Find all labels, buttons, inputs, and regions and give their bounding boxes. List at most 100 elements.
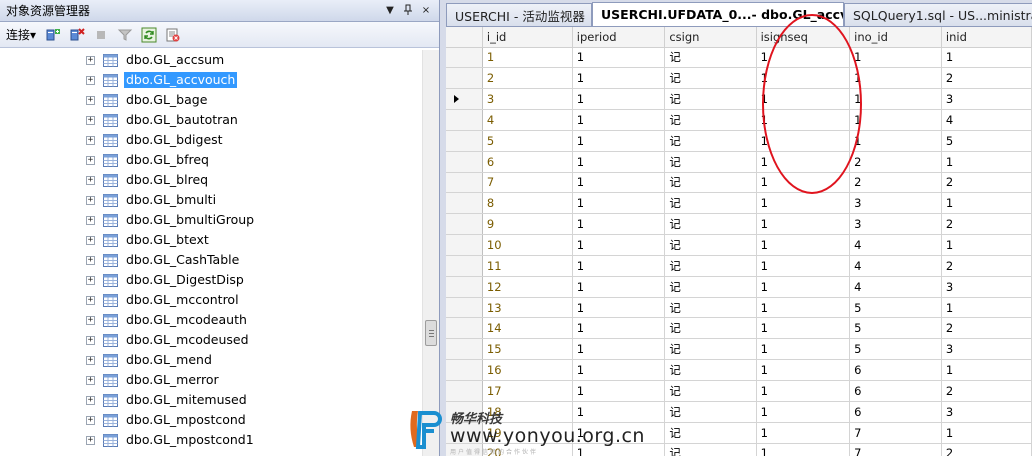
expand-node-icon[interactable]: + [86, 135, 95, 145]
column-header-i-id[interactable]: i_id [482, 27, 573, 48]
tree-node-table[interactable]: + dbo.GL_mccontrol [0, 290, 422, 310]
row-selector[interactable] [446, 47, 483, 69]
expand-node-icon[interactable]: + [86, 115, 95, 125]
table-row[interactable]: 81记131 [446, 192, 1032, 215]
table-row[interactable]: 13 1 记 1 5 1 [446, 297, 1032, 319]
refresh-icon[interactable] [140, 26, 158, 44]
cell-isignseq[interactable]: 1 [756, 359, 851, 381]
column-header-ino-id[interactable]: ino_id [849, 27, 942, 48]
cell-csign[interactable]: 记 [664, 317, 757, 340]
table-row[interactable]: 16 1 记 1 6 1 [446, 359, 1032, 381]
table-row[interactable]: 91记132 [446, 213, 1032, 236]
cell-iperiod[interactable]: 1 [572, 255, 666, 277]
cell-iperiod[interactable]: 1 [572, 297, 666, 319]
cell-ino-id[interactable]: 2 [849, 151, 942, 173]
cell-isignseq[interactable]: 1 [756, 213, 851, 236]
cell-isignseq[interactable]: 1 [756, 172, 851, 194]
tree-node-table[interactable]: + dbo.GL_mpostcond [0, 410, 422, 430]
expand-node-icon[interactable]: + [86, 375, 95, 385]
cell-iperiod[interactable]: 1 [572, 88, 666, 111]
row-selector[interactable] [446, 276, 483, 298]
cell-csign[interactable]: 记 [664, 359, 757, 381]
tree-node-table[interactable]: + dbo.GL_accsum [0, 50, 422, 70]
cell-iperiod[interactable]: 1 [572, 67, 666, 90]
cell-ino-id[interactable]: 3 [849, 192, 942, 215]
cell-iperiod[interactable]: 1 [572, 172, 666, 194]
table-row[interactable]: 71记122 [446, 172, 1032, 194]
cell-isignseq[interactable]: 1 [756, 317, 851, 340]
cell-i-id[interactable]: 16 [482, 359, 573, 381]
cell-inid[interactable]: 2 [941, 67, 1032, 90]
cell-isignseq[interactable]: 1 [756, 422, 851, 444]
cell-inid[interactable]: 1 [941, 151, 1032, 173]
tree-node-table[interactable]: + dbo.GL_mend [0, 350, 422, 370]
cell-ino-id[interactable]: 6 [849, 380, 942, 402]
cell-csign[interactable]: 记 [664, 192, 757, 215]
tree-node-table[interactable]: + dbo.GL_CashTable [0, 250, 422, 270]
row-selector[interactable] [446, 338, 483, 361]
cell-iperiod[interactable]: 1 [572, 192, 666, 215]
row-selector[interactable] [446, 213, 483, 236]
cell-isignseq[interactable]: 1 [756, 67, 851, 90]
row-selector[interactable] [446, 88, 483, 111]
cell-ino-id[interactable]: 4 [849, 255, 942, 277]
cell-inid[interactable]: 1 [941, 422, 1032, 444]
cell-ino-id[interactable]: 1 [849, 47, 942, 69]
row-selector[interactable] [446, 130, 483, 152]
cell-csign[interactable]: 记 [664, 130, 757, 152]
cell-inid[interactable]: 3 [941, 88, 1032, 111]
window-position-dropdown-icon[interactable]: ▼ [383, 4, 397, 18]
cell-csign[interactable]: 记 [664, 172, 757, 194]
tree-node-table[interactable]: + dbo.GL_mpostcond1 [0, 430, 422, 450]
cell-iperiod[interactable]: 1 [572, 359, 666, 381]
expand-node-icon[interactable]: + [86, 235, 95, 245]
connect-button[interactable]: 连接▾ [4, 24, 38, 45]
cell-csign[interactable]: 记 [664, 151, 757, 173]
row-selector[interactable] [446, 67, 483, 90]
cell-i-id[interactable]: 9 [482, 213, 573, 236]
cell-i-id[interactable]: 10 [482, 234, 573, 256]
cell-iperiod[interactable]: 1 [572, 380, 666, 402]
column-header-isignseq[interactable]: isignseq [756, 27, 851, 48]
cell-csign[interactable]: 记 [664, 401, 757, 423]
connect-server-icon[interactable] [44, 26, 62, 44]
tree-node-table[interactable]: + dbo.GL_bage [0, 90, 422, 110]
column-header-inid[interactable]: inid [941, 27, 1032, 48]
cell-csign[interactable]: 记 [664, 88, 757, 111]
expand-node-icon[interactable]: + [86, 195, 95, 205]
cell-inid[interactable]: 1 [941, 297, 1032, 319]
cell-csign[interactable]: 记 [664, 255, 757, 277]
tree-node-table[interactable]: + dbo.GL_bfreq [0, 150, 422, 170]
table-row[interactable]: 10 1 记 1 4 1 [446, 234, 1032, 256]
grid-corner-header[interactable] [446, 27, 483, 48]
row-selector[interactable] [446, 172, 483, 194]
cell-isignseq[interactable]: 1 [756, 88, 851, 111]
cell-iperiod[interactable]: 1 [572, 213, 666, 236]
expand-node-icon[interactable]: + [86, 55, 95, 65]
cell-iperiod[interactable]: 1 [572, 276, 666, 298]
cell-ino-id[interactable]: 7 [849, 443, 942, 456]
cell-isignseq[interactable]: 1 [756, 443, 851, 456]
cell-inid[interactable]: 3 [941, 401, 1032, 423]
cell-csign[interactable]: 记 [664, 67, 757, 90]
document-tab[interactable]: SQLQuery1.sql - US...ministrator [844, 3, 1032, 26]
table-row[interactable]: 41记114 [446, 109, 1032, 131]
tree-node-table[interactable]: + dbo.GL_bmulti [0, 190, 422, 210]
cell-ino-id[interactable]: 7 [849, 422, 942, 444]
row-selector[interactable] [446, 317, 483, 340]
cell-i-id[interactable]: 4 [482, 109, 573, 131]
row-selector[interactable] [446, 380, 483, 402]
cell-i-id[interactable]: 13 [482, 297, 573, 319]
expand-node-icon[interactable]: + [86, 215, 95, 225]
row-selector[interactable] [446, 192, 483, 215]
cell-inid[interactable]: 1 [941, 192, 1032, 215]
cell-ino-id[interactable]: 6 [849, 401, 942, 423]
document-tab[interactable]: USERCHI.UFDATA_0...- dbo.GL_accvouch [592, 2, 844, 26]
cell-i-id[interactable]: 14 [482, 317, 573, 340]
expand-node-icon[interactable]: + [86, 95, 95, 105]
table-row[interactable]: 61记121 [446, 151, 1032, 173]
cell-i-id[interactable]: 15 [482, 338, 573, 361]
tree-node-table[interactable]: + dbo.GL_DigestDisp [0, 270, 422, 290]
stop-icon[interactable] [92, 26, 110, 44]
tree-node-table[interactable]: + dbo.GL_bdigest [0, 130, 422, 150]
